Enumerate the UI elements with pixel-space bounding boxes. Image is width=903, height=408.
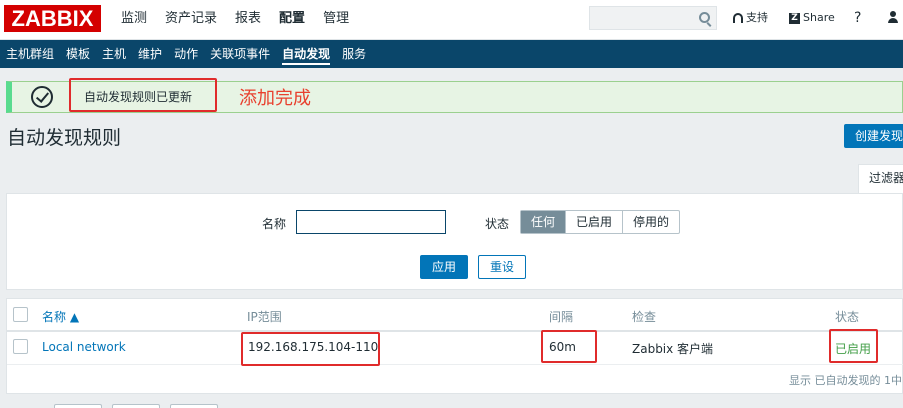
submenu-services[interactable]: 服务 [336,40,372,68]
header-ip-range: IP范围 [247,310,282,324]
filter-status-label: 状态 [485,217,510,231]
create-discovery-button[interactable]: 创建发现 [844,124,903,148]
main-menu: 监测 资产记录 报表 配置 管理 [112,0,358,40]
submenu-discovery[interactable]: 自动发现 [276,40,336,68]
annotation-box-ip [241,332,380,366]
filter-name-label: 名称 [262,217,287,231]
reset-button[interactable]: 重设 [478,255,526,279]
submenu-templates[interactable]: 模板 [60,40,96,68]
submenu-event-correlation[interactable]: 关联项事件 [204,40,276,68]
header-name[interactable]: 名称 ▲ [42,308,79,325]
status-option-any[interactable]: 任何 [521,211,566,233]
submenu-maintenance[interactable]: 维护 [132,40,168,68]
help-icon[interactable]: ? [854,0,861,36]
table-footer-summary: 显示 已自动发现的 1中 [789,374,902,387]
submenu-hosts[interactable]: 主机 [96,40,132,68]
menu-configuration[interactable]: 配置 [270,0,314,40]
header-status: 状态 [835,310,860,324]
annotation-text: 添加完成 [239,88,311,109]
user-profile-icon[interactable] [888,11,898,23]
top-bar: ZABBIX 监测 资产记录 报表 配置 管理 支持 Z Share ? [0,0,903,40]
check-icon [31,86,53,108]
menu-reports[interactable]: 报表 [226,0,270,40]
support-link[interactable]: 支持 [733,0,768,36]
zabbix-logo[interactable]: ZABBIX [4,5,101,32]
status-option-disabled[interactable]: 停用的 [622,211,679,233]
headset-icon [733,13,743,23]
header-checks: 检查 [632,310,657,324]
menu-monitoring[interactable]: 监测 [112,0,156,40]
submenu-actions[interactable]: 动作 [168,40,204,68]
search-icon[interactable] [699,12,710,23]
annotation-box-interval [541,330,597,363]
header-interval: 间隔 [549,310,574,324]
page-title: 自动发现规则 [7,127,122,149]
tab-filter[interactable]: 过滤器 [858,164,903,194]
row-name-link[interactable]: Local network [42,340,126,354]
annotation-box-message [69,78,217,112]
support-label: 支持 [746,11,768,24]
share-icon: Z [789,12,800,24]
header-divider [7,330,903,332]
row-divider [7,364,903,365]
menu-inventory[interactable]: 资产记录 [156,0,226,40]
search-input[interactable] [589,6,717,30]
mass-action-button[interactable] [170,404,218,408]
row-checks: Zabbix 客户端 [632,342,714,356]
mass-action-button[interactable] [54,404,102,408]
apply-button[interactable]: 应用 [420,255,468,279]
menu-administration[interactable]: 管理 [314,0,358,40]
share-link[interactable]: Z Share [789,0,835,36]
annotation-box-status [829,329,878,363]
mass-action-button[interactable] [112,404,160,408]
status-option-enabled[interactable]: 已启用 [565,211,622,233]
sub-menu: 主机群组 模板 主机 维护 动作 关联项事件 自动发现 服务 [0,40,903,68]
row-checkbox[interactable] [13,339,28,354]
submenu-host-groups[interactable]: 主机群组 [0,40,60,68]
filter-status-segmented: 任何 已启用 停用的 [520,210,681,234]
share-label: Share [803,11,835,24]
discovery-table [6,298,903,394]
filter-name-input[interactable] [296,210,446,234]
select-all-checkbox[interactable] [13,307,28,322]
